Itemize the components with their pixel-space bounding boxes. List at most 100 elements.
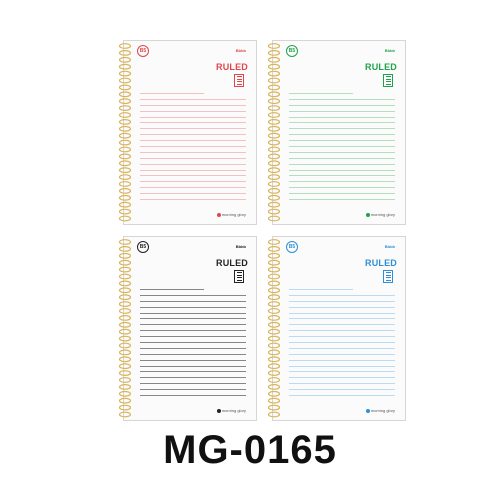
spiral-ring [267,335,281,342]
notebook-type-label: RULED [365,258,397,268]
spiral-ring [267,194,281,201]
brand-logo: morning glory [216,212,246,217]
ruled-line [289,377,395,379]
spiral-ring [267,308,281,314]
logo-icon [365,212,370,217]
ruled-line [140,187,246,189]
spiral-ring [118,308,132,314]
spiral-ring [118,118,132,125]
spiral-ring [118,105,132,111]
spiral-ring [267,314,281,321]
ruled-line [289,289,353,290]
ruled-line [289,146,395,148]
ruled-line [140,324,246,326]
ruled-line [289,324,395,326]
brand-label: Bbbb [235,48,246,53]
spiral-ring [267,91,281,98]
spiral-ring [267,328,281,335]
spiral-ring [118,259,132,266]
spiral-ring [267,273,281,280]
ruled-page-icon [234,270,244,283]
brand-logo: morning glory [365,408,395,413]
spiral-ring [118,187,132,194]
spiral-ring [267,77,281,84]
spiral-ring [118,132,132,139]
ruled-line [140,383,246,385]
notebook-cover: B5 Bbbb RULED morning glory [123,236,257,421]
spiral-ring [267,56,281,63]
spiral-ring [267,404,281,411]
spiral-ring [118,112,132,118]
spiral-ring [118,252,132,259]
ruled-line [289,306,395,308]
spiral-ring [267,43,281,49]
notebook-cover: B5 Bbbb RULED morning glory [123,40,257,225]
spiral-ring [118,239,132,245]
spiral-ring [118,321,132,328]
spiral-ring [118,363,132,370]
spiral-ring [267,139,281,146]
ruled-line [140,140,246,142]
spiral-ring [267,321,281,328]
ruled-line [140,169,246,171]
ruled-page-icon [234,74,244,87]
spiral-ring [118,70,132,77]
spiral-ring [267,294,281,301]
notebook-black: B5 Bbbb RULED morning glory [113,236,257,421]
notebook-cover: B5 Bbbb RULED morning glory [272,40,406,225]
logo-text: morning glory [221,212,246,217]
spiral-ring [267,118,281,125]
spiral-ring [267,377,281,383]
ruled-page-icon [383,270,393,283]
spiral-ring [267,370,281,377]
ruled-line [140,289,204,290]
ruled-line [140,342,246,344]
spiral-ring [267,215,281,222]
spiral-ring [267,105,281,111]
spiral-ring [118,245,132,252]
spiral-ring [267,112,281,118]
ruled-line [289,181,395,183]
notebook-red: B5 Bbbb RULED morning glory [113,40,257,225]
spiral-binding [118,43,132,222]
ruled-lines [140,289,246,399]
ruled-line [289,318,395,320]
notebook-blue: B5 Bbbb RULED morning glory [262,236,406,421]
ruled-line [140,199,246,201]
ruled-line [289,389,395,391]
ruled-line [289,342,395,344]
ruled-line [140,146,246,148]
ruled-line [289,294,395,296]
size-badge: B5 [286,45,298,57]
spiral-ring [267,187,281,194]
spiral-ring [267,383,281,390]
spiral-ring [267,174,281,181]
spiral-binding [267,239,281,418]
spiral-ring [118,328,132,335]
ruled-line [140,312,246,314]
ruled-line [289,383,395,385]
spiral-binding [118,239,132,418]
notebook-cover: B5 Bbbb RULED morning glory [272,236,406,421]
spiral-ring [118,383,132,390]
ruled-line [289,128,395,130]
ruled-line [140,365,246,367]
ruled-line [140,110,246,112]
spiral-ring [118,160,132,167]
spiral-ring [118,77,132,84]
ruled-line [140,157,246,159]
spiral-ring [118,181,132,187]
spiral-ring [267,160,281,167]
spiral-ring [267,208,281,215]
ruled-line [289,93,353,94]
ruled-line [289,104,395,106]
spiral-ring [118,314,132,321]
ruled-line [140,122,246,124]
spiral-ring [118,390,132,397]
spiral-ring [118,91,132,98]
ruled-line [140,193,246,195]
ruled-line [140,175,246,177]
logo-text: morning glory [221,408,246,413]
spiral-ring [267,390,281,397]
spiral-ring [118,404,132,411]
